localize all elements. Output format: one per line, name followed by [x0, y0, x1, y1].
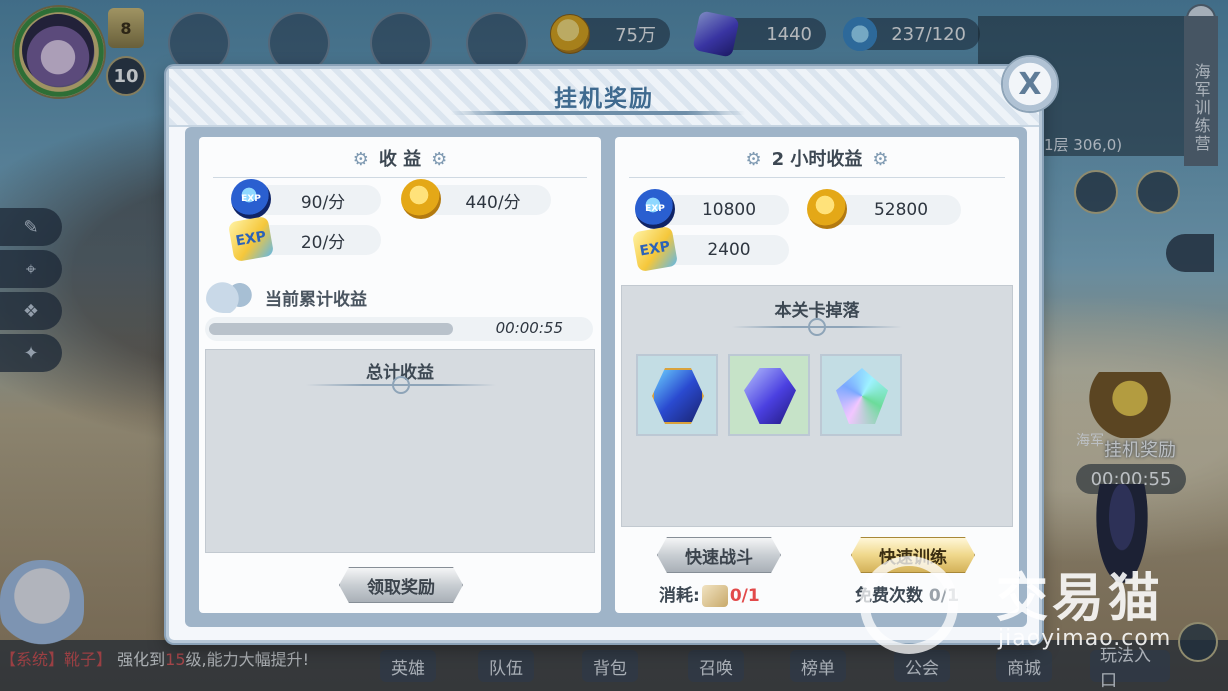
quick-battle-button[interactable]: 快速战斗 [657, 537, 781, 573]
reward-value: 52800 [873, 200, 929, 220]
two-hour-title: ⚙ 2 小时收益 ⚙ [745, 149, 889, 170]
watermark: 交易猫 jiaoyimao.com [856, 548, 1176, 658]
rate-gold: 440/分 [401, 179, 551, 219]
blue-tile-item-icon [652, 368, 704, 424]
progress-track [209, 323, 453, 335]
rate-exp-yellow: EXP 20/分 [227, 215, 381, 263]
total-income-box: 总计收益 [205, 349, 595, 553]
rate-exp-blue: EXP 90/分 [231, 179, 381, 219]
income-panel: ⚙ 收 益 ⚙ EXP 90/分 440/分 EXP 20/分 当前累计收益 0… [199, 137, 601, 613]
gold-coin-icon [807, 189, 847, 229]
stage-drops-box: 本关卡掉落 [621, 285, 1013, 527]
drop-slot[interactable] [820, 354, 902, 436]
rate-value: 20/分 [300, 232, 346, 253]
claim-reward-button[interactable]: 领取奖励 [339, 567, 463, 603]
cost-label: 消耗: [659, 586, 700, 606]
watermark-text: 交易猫 [996, 569, 1165, 629]
exp-yellow-icon: EXP [227, 215, 275, 263]
rate-value: 440/分 [465, 192, 521, 213]
reward-exp-blue: EXP 10800 [635, 189, 789, 229]
close-icon: X [1018, 66, 1042, 102]
two-hour-panel: ⚙ 2 小时收益 ⚙ EXP 10800 52800 EXP 2400 本关卡掉落 [615, 137, 1019, 613]
income-title: ⚙ 收 益 ⚙ [352, 149, 448, 170]
cost-value: 0/1 [729, 586, 760, 606]
knot-icon [808, 318, 826, 336]
two-hour-divider [629, 177, 1005, 178]
cost-info: 消耗: 0/1 [659, 581, 760, 607]
progress-timer: 00:00:55 [495, 319, 563, 337]
gold-coin-icon [401, 179, 441, 219]
reward-exp-yellow: EXP 2400 [631, 225, 789, 273]
watermark-url: jiaoyimao.com [998, 626, 1172, 651]
rate-value: 90/分 [300, 192, 346, 213]
title-divider [451, 111, 745, 115]
drop-slot[interactable] [728, 354, 810, 436]
crystal-item-icon [836, 368, 888, 424]
scroll-icon [701, 585, 728, 607]
exp-yellow-icon: EXP [631, 225, 679, 273]
ornament-icon: ⚙ [745, 149, 762, 170]
exp-blue-icon: EXP [231, 179, 271, 219]
ornament-icon: ⚙ [431, 149, 448, 170]
ornament-icon: ⚙ [352, 149, 369, 170]
income-divider [213, 177, 587, 178]
accumulated-label: 当前累计收益 [265, 290, 367, 310]
dialog-title: 挂机奖励 [554, 86, 654, 112]
close-button[interactable]: X [1001, 55, 1059, 113]
accumulation-progress: 00:00:55 [205, 317, 593, 341]
knot-icon [392, 376, 410, 394]
reward-value: 10800 [701, 200, 757, 220]
reward-value: 2400 [707, 240, 751, 260]
exp-blue-icon: EXP [635, 189, 675, 229]
ornament-icon: ⚙ [872, 149, 889, 170]
blue-gem-item-icon [744, 368, 796, 424]
watermark-logo-icon [860, 556, 958, 654]
drop-slot[interactable] [636, 354, 718, 436]
reward-gold: 52800 [807, 189, 961, 229]
wave-icon [205, 277, 263, 313]
